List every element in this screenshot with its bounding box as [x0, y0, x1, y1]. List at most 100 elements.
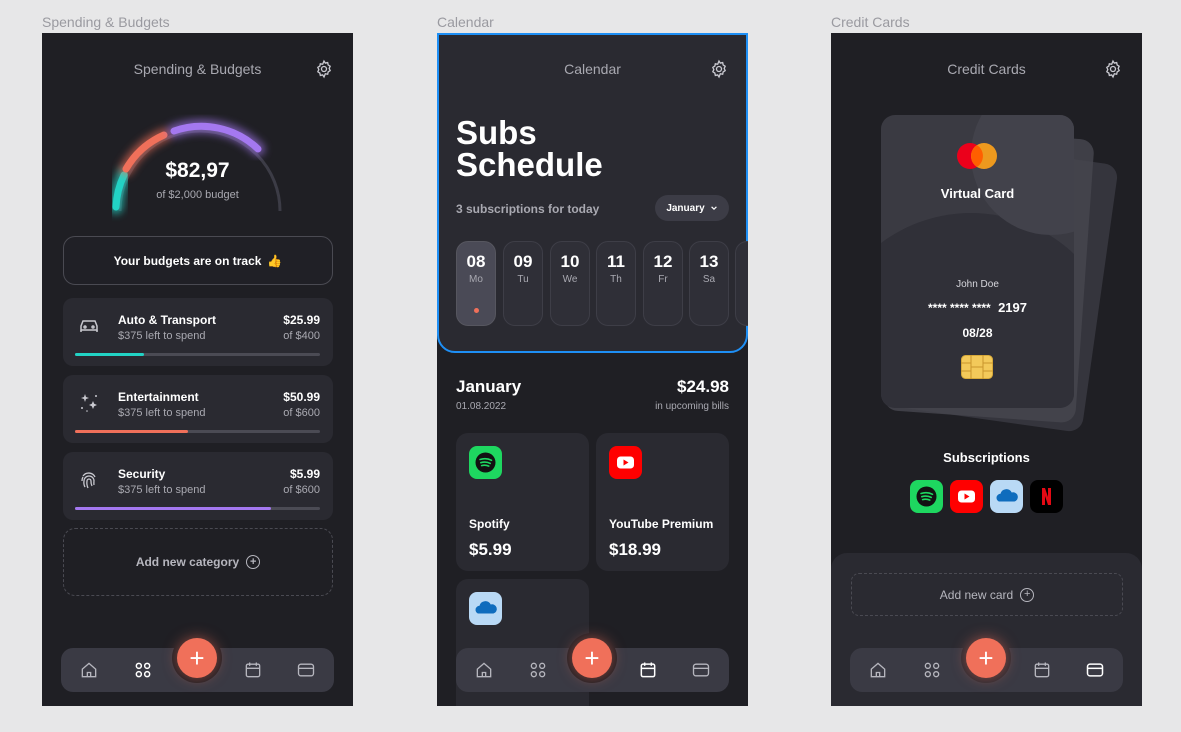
category-name: Auto & Transport: [118, 313, 216, 327]
subscription-card-spotify[interactable]: Spotify $5.99: [456, 433, 589, 571]
calendar-icon[interactable]: [638, 660, 658, 680]
day-08[interactable]: 08 Mo: [456, 241, 496, 326]
card-holder: John Doe: [956, 279, 999, 290]
grid-icon[interactable]: [528, 660, 548, 680]
youtube-icon: [609, 446, 642, 479]
plus-circle-icon: +: [246, 555, 261, 569]
category-spent: $50.99: [283, 390, 320, 404]
category-remaining: $375 left to spend: [118, 407, 206, 419]
spotify-icon[interactable]: [910, 480, 943, 513]
category-progress-track: [75, 430, 320, 433]
add-button[interactable]: +: [572, 638, 612, 678]
onedrive-icon[interactable]: [990, 480, 1023, 513]
banner-text: Your budgets are on track: [113, 253, 262, 268]
category-progress-track: [75, 353, 320, 356]
add-card-label: Add new card: [939, 587, 1014, 602]
card-number-masked: **** **** ****: [928, 301, 991, 315]
day-11[interactable]: 11 Th: [596, 241, 636, 326]
day-10[interactable]: 10 We: [550, 241, 590, 326]
month-date: 01.08.2022: [456, 401, 507, 412]
spending-screen: Spending & Budgets $82,97 of $2,000 budg…: [42, 33, 353, 706]
subscription-name: YouTube Premium: [609, 517, 714, 531]
header: Credit Cards: [831, 59, 1142, 79]
gear-icon[interactable]: [314, 59, 334, 79]
add-category-label: Add new category: [135, 555, 240, 569]
category-entertainment[interactable]: Entertainment $375 left to spend $50.99 …: [63, 375, 333, 443]
chevron-down-icon: [710, 206, 717, 211]
home-icon[interactable]: [79, 660, 99, 680]
youtube-icon[interactable]: [950, 480, 983, 513]
category-limit: of $600: [283, 407, 320, 419]
day-weekday: Sa: [702, 274, 716, 285]
day-next-partial[interactable]: [735, 241, 748, 326]
add-category-button[interactable]: Add new category +: [63, 528, 333, 596]
category-security[interactable]: Security $375 left to spend $5.99 of $60…: [63, 452, 333, 520]
home-icon[interactable]: [868, 660, 888, 680]
home-icon[interactable]: [474, 660, 494, 680]
frame-label-credit: Credit Cards: [831, 14, 910, 30]
add-button[interactable]: +: [177, 638, 217, 678]
day-weekday: We: [562, 274, 578, 285]
add-card-button[interactable]: Add new card +: [851, 573, 1123, 616]
plus-circle-icon: +: [1020, 587, 1035, 602]
wallet-icon[interactable]: [296, 660, 316, 680]
month-dropdown-value: January: [666, 202, 705, 214]
gear-icon[interactable]: [1103, 59, 1123, 79]
schedule-title-line1: Subs: [456, 114, 537, 151]
spotify-icon: [469, 446, 502, 479]
grid-icon[interactable]: [133, 660, 153, 680]
category-limit: of $400: [283, 330, 320, 342]
wallet-icon[interactable]: [1085, 660, 1105, 680]
month-title: January: [456, 377, 522, 396]
fingerprint-icon: [81, 472, 96, 489]
category-progress-fill: [75, 430, 188, 433]
category-spent: $25.99: [283, 313, 320, 327]
wallet-icon[interactable]: [691, 660, 711, 680]
subscription-card-youtube[interactable]: YouTube Premium $18.99: [596, 433, 729, 571]
chip-icon: [961, 355, 993, 379]
schedule-title-line2: Schedule: [456, 146, 603, 183]
calendar-icon[interactable]: [243, 660, 263, 680]
budget-status-banner: Your budgets are on track 👍: [63, 236, 333, 285]
category-remaining: $375 left to spend: [118, 484, 206, 496]
credit-cards-screen: Credit Cards Virtual Card John Doe **** …: [831, 33, 1142, 706]
month-dropdown[interactable]: January: [655, 195, 729, 221]
day-12[interactable]: 12 Fr: [643, 241, 683, 326]
onedrive-icon: [469, 592, 502, 625]
frame-label-spending: Spending & Budgets: [42, 14, 170, 30]
add-button[interactable]: +: [966, 638, 1006, 678]
day-number: 08: [466, 252, 486, 271]
subscription-icons: [910, 480, 1063, 513]
day-weekday: Fr: [658, 274, 668, 285]
category-progress-track: [75, 507, 320, 510]
day-weekday: Th: [610, 274, 622, 285]
day-13[interactable]: 13 Sa: [689, 241, 729, 326]
subscriptions-heading: Subscriptions: [943, 450, 1030, 465]
category-limit: of $600: [283, 484, 320, 496]
sparkles-icon: [81, 394, 97, 412]
page-title: Calendar: [564, 61, 621, 77]
day-09[interactable]: 09 Tu: [503, 241, 543, 326]
gear-icon[interactable]: [709, 59, 729, 79]
category-name: Entertainment: [118, 390, 199, 404]
day-number: 12: [653, 252, 673, 271]
event-dot: [474, 308, 479, 313]
budget-total: of $2,000 budget: [156, 189, 239, 201]
category-spent: $5.99: [289, 467, 320, 481]
schedule-title: Subs Schedule: [456, 114, 603, 183]
category-auto-transport[interactable]: Auto & Transport $375 left to spend $25.…: [63, 298, 333, 366]
card-number: **** **** **** 2197: [881, 300, 1074, 315]
upcoming-total: $24.98: [677, 377, 729, 396]
page-title: Spending & Budgets: [133, 61, 262, 77]
grid-icon[interactable]: [922, 660, 942, 680]
header: Spending & Budgets: [42, 59, 353, 79]
category-progress-fill: [75, 507, 271, 510]
car-icon: [80, 320, 98, 332]
schedule-panel: Calendar Subs Schedule 3 subscriptions f…: [437, 33, 748, 353]
calendar-icon[interactable]: [1032, 660, 1052, 680]
virtual-card[interactable]: Virtual Card John Doe **** **** **** 219…: [881, 115, 1074, 408]
netflix-icon[interactable]: [1030, 480, 1063, 513]
header: Calendar: [439, 59, 746, 79]
day-number: 09: [513, 252, 533, 271]
mastercard-logo: [957, 143, 997, 169]
